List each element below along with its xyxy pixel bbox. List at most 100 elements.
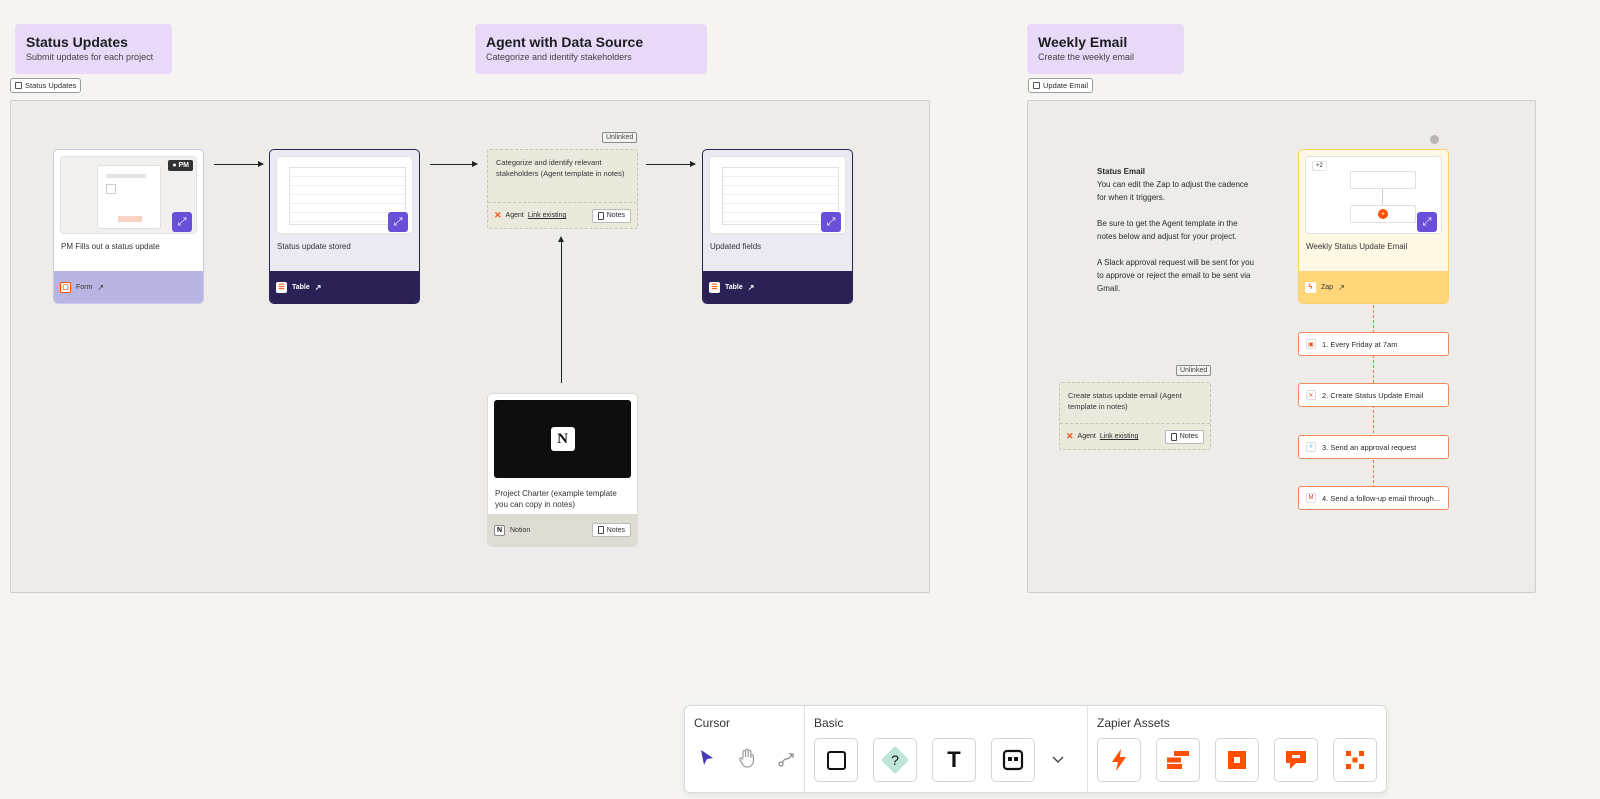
- status-dot: [1430, 135, 1439, 144]
- zap-asset-button[interactable]: [1097, 738, 1141, 782]
- sticky-title: Status Updates: [26, 34, 128, 50]
- external-link-icon[interactable]: ↗: [1338, 283, 1345, 292]
- notes-button[interactable]: Notes: [591, 523, 631, 537]
- group-tag-label: Status Updates: [25, 81, 77, 90]
- note-title: Status Email: [1097, 167, 1146, 176]
- sticky-title: Weekly Email: [1038, 34, 1128, 50]
- svg-text:?: ?: [891, 752, 899, 768]
- interface-asset-icon: [1228, 751, 1246, 769]
- notion-thumbnail: N: [494, 400, 631, 478]
- step-trigger[interactable]: ▣ 1. Every Friday at 7am: [1298, 332, 1449, 356]
- sticky-agent-data-source[interactable]: Agent with Data Source Categorize and id…: [475, 24, 707, 74]
- external-link-icon[interactable]: ↗: [315, 283, 322, 292]
- agent-categorize[interactable]: Categorize and identify relevant stakeho…: [487, 149, 638, 229]
- card-footer: ▢ Form ↗: [54, 271, 203, 303]
- app-label: Notion: [510, 526, 531, 534]
- table-icon: ☰: [276, 281, 287, 293]
- sticky-weekly-email[interactable]: Weekly Email Create the weekly email: [1027, 24, 1184, 74]
- app-label: Zap: [1321, 283, 1334, 291]
- notes-label: Notes: [606, 212, 625, 219]
- notes-button[interactable]: Notes: [591, 208, 631, 223]
- select-cursor-icon[interactable]: [697, 748, 717, 768]
- group-tag-update-email[interactable]: Update Email: [1028, 78, 1094, 93]
- rectangle-shape-button[interactable]: [814, 738, 858, 782]
- card-table-2[interactable]: ⤢ Updated fields ☰ Table ↗: [702, 149, 853, 304]
- component-button[interactable]: [991, 738, 1035, 782]
- section-label: Basic: [814, 716, 844, 730]
- slack-icon: #: [1306, 442, 1316, 452]
- group-tag-status-updates[interactable]: Status Updates: [10, 78, 82, 93]
- lightning-bolt-icon: [1112, 749, 1126, 771]
- card-form[interactable]: ● PM ⤢ PM Fills out a status update ▢ Fo…: [53, 149, 204, 304]
- link-existing[interactable]: Link existing: [528, 212, 567, 219]
- agent-asset-button[interactable]: [1333, 738, 1377, 782]
- notion-logo-icon: N: [550, 427, 575, 451]
- agent-icon: ✕: [1306, 390, 1316, 400]
- sticky-subtitle: Submit updates for each project: [26, 52, 154, 62]
- app-label: Table: [725, 283, 743, 291]
- chevron-down-icon[interactable]: [1050, 756, 1066, 764]
- status-email-note[interactable]: Status Email You can edit the Zap to adj…: [1097, 165, 1257, 295]
- notes-button[interactable]: Notes: [1164, 429, 1204, 444]
- step-followup-email[interactable]: M 4. Send a follow-up email through...: [1298, 486, 1449, 510]
- card-footer: ☰ Table ↗: [703, 271, 852, 303]
- square-icon: [826, 750, 846, 770]
- agent-create-email[interactable]: Create status update email (Agent templa…: [1059, 382, 1211, 450]
- group-tag-label: Update Email: [1043, 81, 1089, 90]
- note-paragraph: Be sure to get the Agent template in the…: [1097, 219, 1238, 241]
- note-paragraph: A Slack approval request will be sent fo…: [1097, 258, 1254, 293]
- expand-icon[interactable]: ⤢: [821, 212, 841, 232]
- arrow-head: [558, 236, 564, 242]
- step-approval[interactable]: # 3. Send an approval request: [1298, 435, 1449, 459]
- card-notion[interactable]: N Project Charter (example template you …: [487, 393, 638, 547]
- group-icon: [1033, 82, 1040, 89]
- table-asset-button[interactable]: [1156, 738, 1200, 782]
- external-link-icon[interactable]: ↗: [97, 283, 104, 292]
- agent-label: Agent: [505, 212, 524, 219]
- external-link-icon[interactable]: ↗: [748, 283, 755, 292]
- agent-asset-icon: [1346, 751, 1364, 769]
- card-title: Project Charter (example template you ca…: [495, 489, 617, 509]
- step-create-email[interactable]: ✕ 2. Create Status Update Email: [1298, 383, 1449, 407]
- expand-icon[interactable]: ⤢: [172, 212, 192, 232]
- interface-asset-button[interactable]: [1215, 738, 1259, 782]
- notes-icon: [597, 211, 604, 220]
- component-icon: [1002, 749, 1024, 771]
- connector-arrow: [430, 161, 478, 167]
- link-existing[interactable]: Link existing: [1100, 433, 1139, 440]
- connector-arrow: [646, 161, 696, 167]
- unlinked-badge: Unlinked: [1176, 365, 1212, 376]
- connector-tool-icon[interactable]: [777, 748, 797, 768]
- agent-bar: ✕ Agent Link existing Notes: [1060, 423, 1210, 449]
- pm-badge-label: PM: [178, 162, 190, 169]
- notes-icon: [597, 526, 604, 534]
- form-icon: ▢: [60, 281, 71, 293]
- expand-icon[interactable]: ⤢: [388, 212, 408, 232]
- unlinked-badge: Unlinked: [602, 132, 638, 143]
- card-table-1[interactable]: ⤢ Status update stored ☰ Table ↗: [269, 149, 420, 304]
- card-footer: ☰ Table ↗: [270, 271, 419, 303]
- text-tool-button[interactable]: T: [932, 738, 976, 782]
- hand-pan-icon[interactable]: [737, 748, 757, 768]
- chatbot-asset-icon: [1286, 751, 1306, 769]
- agent-bar: ✕ Agent Link existing Notes: [488, 202, 637, 228]
- step-label: 4. Send a follow-up email through...: [1322, 493, 1440, 503]
- question-diamond-icon: ?: [882, 747, 908, 773]
- expand-icon[interactable]: ⤢: [1417, 212, 1437, 232]
- notes-icon: [1170, 432, 1177, 441]
- chatbot-asset-button[interactable]: [1274, 738, 1318, 782]
- apps-count-badge: +2: [1312, 161, 1327, 171]
- notion-icon: N: [494, 524, 505, 536]
- card-zap[interactable]: +2 + ⤢ Weekly Status Update Email ϟ Zap …: [1298, 149, 1449, 304]
- connector-arrow: [214, 161, 264, 167]
- add-step-icon: +: [1378, 209, 1388, 219]
- toolbar-section-cursor: Cursor: [685, 706, 804, 792]
- section-label: Cursor: [694, 716, 731, 730]
- app-label: Table: [292, 283, 310, 291]
- decision-shape-button[interactable]: ?: [873, 738, 917, 782]
- agent-description: Categorize and identify relevant stakeho…: [496, 158, 625, 178]
- card-title: PM Fills out a status update: [61, 242, 160, 251]
- sticky-status-updates[interactable]: Status Updates Submit updates for each p…: [15, 24, 172, 74]
- card-footer: N Notion Notes: [488, 514, 637, 546]
- connector-arrow-vertical: [561, 238, 562, 383]
